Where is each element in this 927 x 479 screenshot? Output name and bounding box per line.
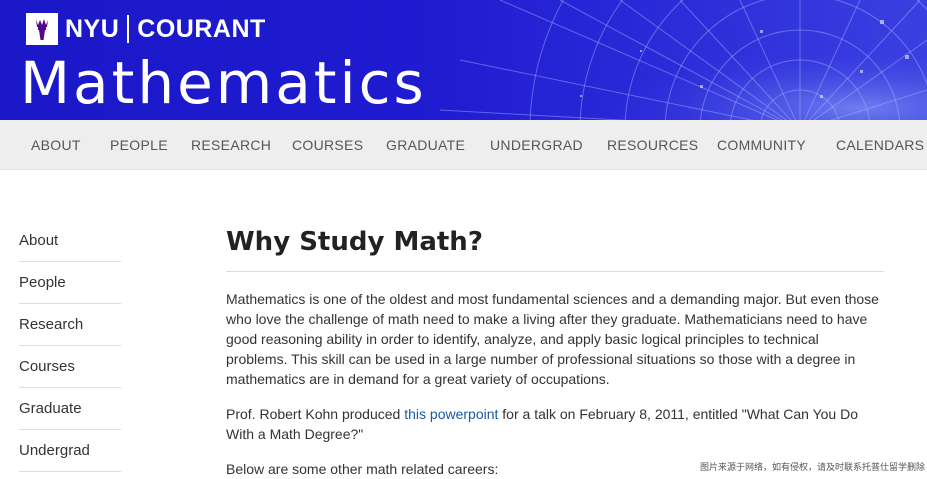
brand-courant-text: COURANT bbox=[137, 14, 266, 43]
sidebar-item-about[interactable]: About bbox=[19, 220, 121, 262]
nav-item-about[interactable]: ABOUT bbox=[31, 120, 81, 170]
sidebar-item-courses[interactable]: Courses bbox=[19, 346, 121, 388]
main-content: Why Study Math? Mathematics is one of th… bbox=[226, 220, 884, 479]
page-title: Why Study Math? bbox=[226, 220, 884, 272]
header-banner: NYU COURANT Mathematics bbox=[0, 0, 927, 120]
nav-item-people[interactable]: PEOPLE bbox=[110, 120, 168, 170]
nav-item-research[interactable]: RESEARCH bbox=[191, 120, 271, 170]
nav-item-calendars[interactable]: CALENDARS bbox=[836, 120, 924, 170]
nav-item-graduate[interactable]: GRADUATE bbox=[386, 120, 465, 170]
intro-paragraph: Mathematics is one of the oldest and mos… bbox=[226, 291, 879, 387]
powerpoint-paragraph: Prof. Robert Kohn produced this powerpoi… bbox=[226, 404, 884, 444]
powerpoint-link[interactable]: this powerpoint bbox=[404, 406, 498, 422]
nav-item-resources[interactable]: RESOURCES bbox=[607, 120, 698, 170]
nyu-torch-icon bbox=[26, 13, 58, 45]
sidebar-item-undergrad[interactable]: Undergrad bbox=[19, 430, 121, 472]
nyu-courant-logo[interactable]: NYU COURANT bbox=[26, 13, 266, 45]
sidebar-item-graduate[interactable]: Graduate bbox=[19, 388, 121, 430]
image-source-watermark: 图片来源于网络，如有侵权，请及时联系托普仕留学删除 bbox=[699, 460, 925, 473]
brand-nyu-text: NYU bbox=[65, 14, 120, 43]
sidebar-item-research[interactable]: Research bbox=[19, 304, 121, 346]
nav-item-courses[interactable]: COURSES bbox=[292, 120, 363, 170]
nav-item-undergrad[interactable]: UNDERGRAD bbox=[490, 120, 583, 170]
brand-separator bbox=[127, 15, 130, 43]
site-title[interactable]: Mathematics bbox=[20, 48, 427, 118]
powerpoint-text-before: Prof. Robert Kohn produced bbox=[226, 406, 405, 422]
sidebar-item-people[interactable]: People bbox=[19, 262, 121, 304]
nav-item-community[interactable]: COMMUNITY bbox=[717, 120, 806, 170]
main-nav: ABOUT PEOPLE RESEARCH COURSES GRADUATE U… bbox=[0, 120, 927, 170]
sidebar-nav: About People Research Courses Graduate U… bbox=[19, 220, 121, 472]
